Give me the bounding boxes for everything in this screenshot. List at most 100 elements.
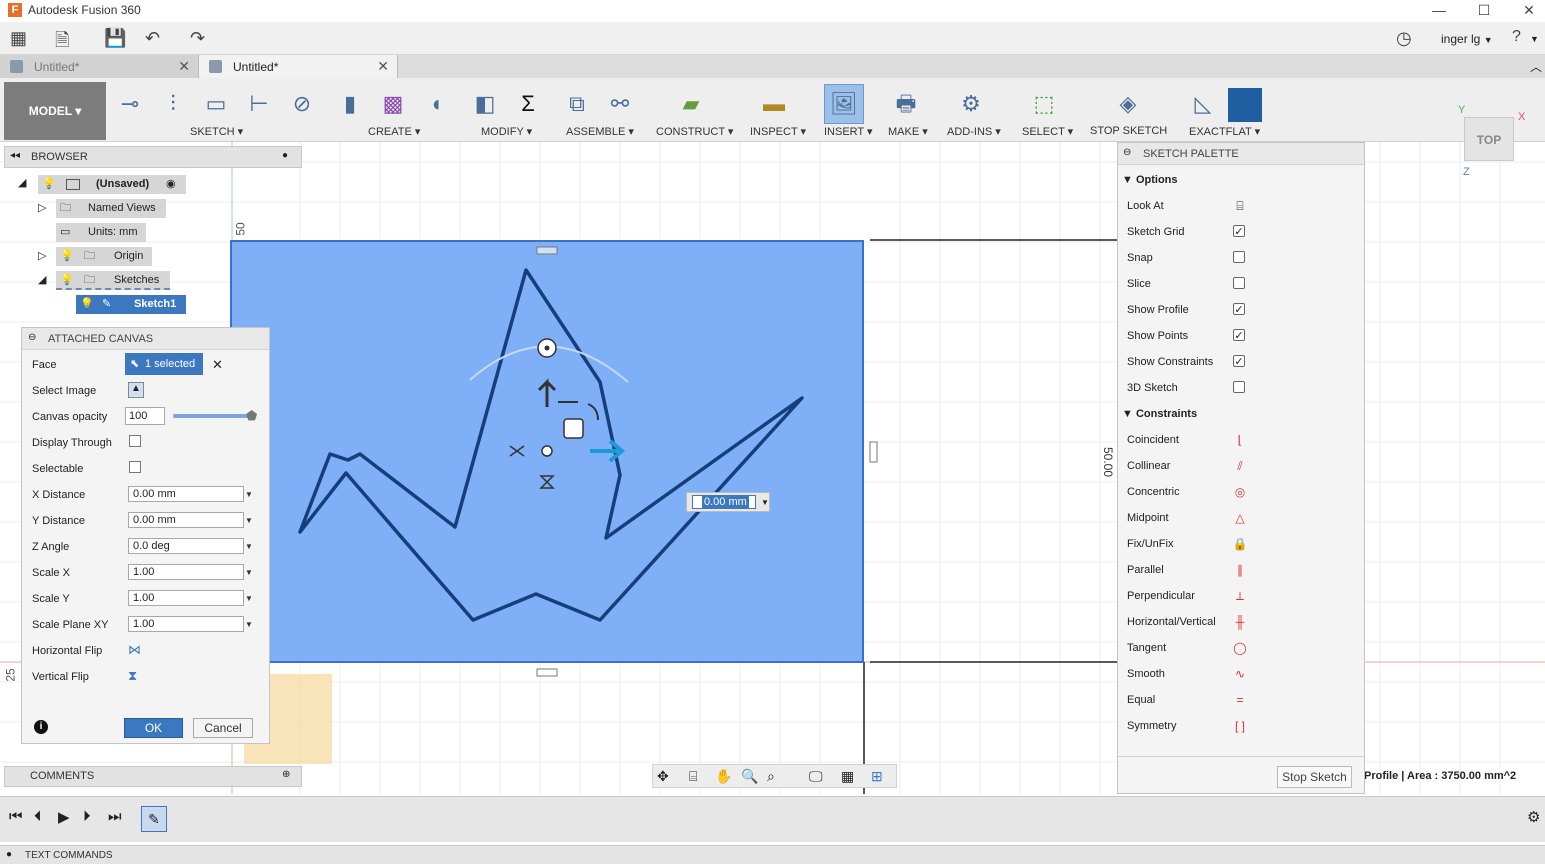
sketch-grid-checkbox[interactable]: ✓ (1233, 225, 1245, 238)
file-menu-icon[interactable]: 🗎 (55, 28, 69, 58)
scale-y-input[interactable]: 1.00 (128, 590, 244, 606)
x-distance-dropdown[interactable]: ▼ (245, 490, 253, 499)
viewports-icon[interactable]: ⊞ (871, 768, 883, 785)
x-distance-input[interactable]: 0.00 mm (128, 486, 244, 502)
collinear-icon[interactable]: ⫽ (1229, 459, 1251, 473)
help-icon[interactable]: ? (1512, 28, 1521, 46)
scale-plane-xy-dropdown[interactable]: ▼ (245, 620, 253, 629)
close-tab-icon[interactable]: ✕ (377, 58, 389, 75)
cancel-button[interactable]: Cancel (193, 718, 253, 738)
collapse-palette-icon[interactable]: ⊖ (1123, 147, 1131, 158)
rectangle-tool-icon[interactable]: ▭ (200, 88, 232, 120)
orbit-icon[interactable]: ✥ (657, 768, 669, 785)
tab-untitled-2[interactable]: Untitled* ✕ (199, 55, 398, 78)
measure-icon[interactable]: ▬ (758, 88, 790, 120)
lightbulb-icon[interactable]: 💡 (80, 295, 94, 314)
browser-pin-icon[interactable]: ● (282, 150, 288, 161)
sketch-palette-header[interactable]: ⊖ SKETCH PALETTE (1118, 143, 1364, 165)
selectable-checkbox[interactable] (129, 461, 141, 473)
canvas-opacity-slider-thumb[interactable]: ⬟ (246, 408, 257, 424)
exactflat-export-icon[interactable] (1228, 88, 1262, 122)
ribbon-group-create[interactable]: CREATE ▾ (368, 125, 420, 138)
tree-collapse-icon[interactable]: ◢ (38, 273, 46, 286)
tree-collapse-icon[interactable]: ◢ (18, 176, 26, 189)
inline-distance-dropdown[interactable]: ▼ (761, 498, 769, 507)
smooth-icon[interactable]: ∿ (1229, 667, 1251, 681)
horizontal-vertical-icon[interactable]: ╫ (1229, 615, 1251, 629)
snap-checkbox[interactable] (1233, 251, 1245, 263)
dimension-tool-icon[interactable]: ⊢ (243, 88, 275, 120)
ok-button[interactable]: OK (124, 718, 183, 738)
minimize-icon[interactable]: — (1424, 1, 1454, 21)
equal-icon[interactable]: = (1229, 693, 1251, 707)
coincident-icon[interactable]: ⌊ (1229, 433, 1251, 447)
ribbon-group-assemble[interactable]: ASSEMBLE ▾ (566, 125, 634, 138)
joint-icon[interactable]: ⚯ (604, 88, 636, 120)
save-icon[interactable]: 💾 (104, 28, 126, 49)
canvas-image-icon[interactable]: 🖼 (828, 88, 860, 120)
redo-icon[interactable]: ↷ (190, 28, 205, 49)
clear-selection-icon[interactable]: ✕ (212, 357, 223, 373)
add-comment-icon[interactable]: ⊕ (282, 769, 290, 780)
collapse-ribbon-icon[interactable]: ︿ (1530, 58, 1542, 75)
parallel-icon[interactable]: ∥ (1229, 563, 1251, 577)
step-forward-icon[interactable]: ⏵ (83, 808, 91, 825)
info-icon[interactable]: i (34, 720, 48, 734)
3d-sketch-checkbox[interactable] (1233, 381, 1245, 393)
exactflat-flatten-icon[interactable]: ◺ (1187, 88, 1219, 120)
3d-print-icon[interactable]: 🖶 (890, 88, 922, 120)
activate-radio-icon[interactable]: ◉ (166, 175, 176, 194)
scale-y-dropdown[interactable]: ▼ (245, 594, 253, 603)
tangent-icon[interactable]: ◯ (1229, 641, 1251, 655)
press-pull-icon[interactable]: ◧ (469, 88, 501, 120)
tree-expand-icon[interactable]: ▷ (38, 201, 46, 214)
go-to-end-icon[interactable]: ⏭ (108, 808, 122, 825)
view-cube[interactable]: TOP (1464, 117, 1514, 161)
maximize-icon[interactable]: ☐ (1469, 1, 1499, 21)
concentric-icon[interactable]: ◎ (1229, 485, 1251, 499)
collapse-dialog-icon[interactable]: ⊖ (28, 332, 36, 343)
ribbon-group-select[interactable]: SELECT ▾ (1022, 125, 1073, 138)
lightbulb-icon[interactable]: 💡 (60, 271, 74, 290)
dimension-label-right[interactable]: 50.00 (1101, 447, 1115, 477)
attached-canvas-header[interactable]: ⊖ ATTACHED CANVAS (22, 328, 269, 350)
lightbulb-icon[interactable]: 💡 (60, 247, 74, 266)
browser-node-root[interactable]: 💡 (Unsaved) ◉ (38, 175, 186, 194)
midpoint-icon[interactable]: △ (1229, 511, 1251, 525)
browser-node-units[interactable]: ▭ Units: mm (56, 223, 146, 242)
display-settings-icon[interactable]: 🖵 (809, 768, 823, 785)
fit-icon[interactable]: ⌕ (767, 768, 775, 785)
timeline-settings-icon[interactable]: ⚙ (1527, 808, 1540, 826)
offset-plane-icon[interactable]: ▰ (675, 88, 707, 120)
scale-x-input[interactable]: 1.00 (128, 564, 244, 580)
face-selection-button[interactable]: ⬉ 1 selected (125, 353, 203, 375)
ribbon-group-sketch[interactable]: SKETCH ▾ (190, 125, 243, 138)
scripts-addins-icon[interactable]: ⚙ (955, 88, 987, 120)
pan-icon[interactable]: ✋ (715, 768, 732, 785)
browser-panel-header[interactable]: ◂◂ BROWSER ● (4, 146, 302, 168)
vertical-flip-icon[interactable]: ⧗ (128, 668, 137, 684)
options-section-toggle[interactable]: ▼ Options (1122, 174, 1178, 186)
ribbon-group-insert[interactable]: INSERT ▾ (824, 125, 873, 138)
look-at-icon[interactable]: ⌸ (1233, 199, 1247, 213)
show-constraints-checkbox[interactable]: ✓ (1233, 355, 1245, 368)
y-distance-input[interactable]: 0.00 mm (128, 512, 244, 528)
close-tab-icon[interactable]: ✕ (178, 58, 190, 75)
look-at-icon[interactable]: ⌸ (689, 768, 697, 785)
tab-untitled-1[interactable]: Untitled* ✕ (0, 55, 199, 78)
browser-node-sketch1[interactable]: 💡 ✎ Sketch1 (76, 295, 186, 314)
sketch-mirror-icon[interactable]: ⫶ (157, 88, 189, 120)
new-component-icon[interactable]: ⧉ (561, 88, 593, 120)
go-to-start-icon[interactable]: ⏮ (9, 808, 23, 825)
revolve-icon[interactable]: ◖ (420, 88, 452, 120)
show-profile-checkbox[interactable]: ✓ (1233, 303, 1245, 316)
horizontal-flip-icon[interactable]: ⋈ (128, 642, 141, 658)
slice-checkbox[interactable] (1233, 277, 1245, 289)
inline-distance-input[interactable]: 0.00 mm (692, 495, 756, 509)
workspace-switcher[interactable]: MODEL ▾ (4, 82, 106, 140)
perpendicular-icon[interactable]: ⟂ (1229, 589, 1251, 603)
scale-plane-xy-input[interactable]: 1.00 (128, 616, 244, 632)
extrude-icon[interactable]: ▮ (334, 88, 366, 120)
ribbon-group-stop-sketch[interactable]: STOP SKETCH (1090, 125, 1167, 137)
inline-distance-field[interactable]: 0.00 mm ▼ (686, 492, 770, 512)
